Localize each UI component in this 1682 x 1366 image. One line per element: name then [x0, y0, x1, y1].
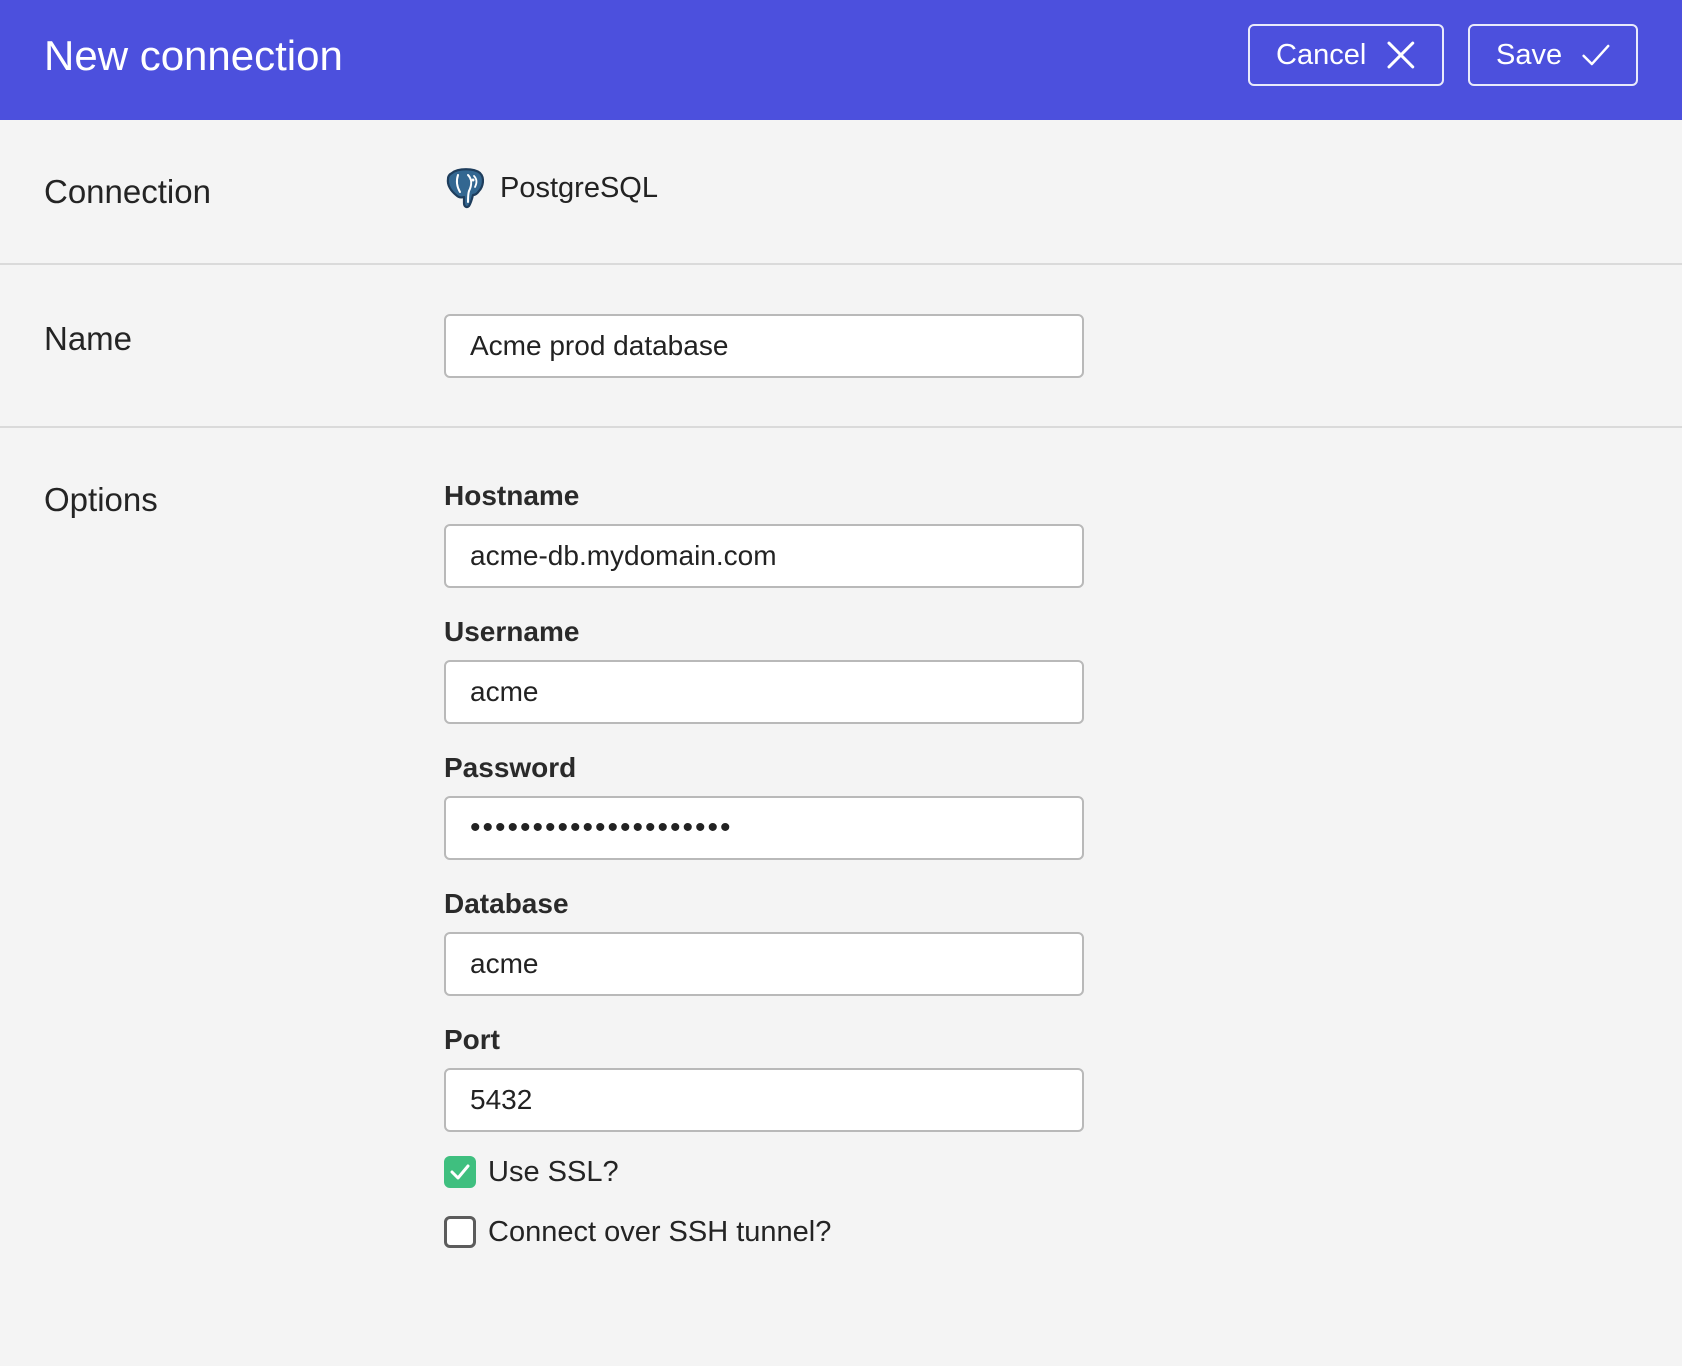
- username-label: Username: [444, 616, 580, 647]
- password-input[interactable]: [444, 796, 1084, 860]
- check-icon: [1582, 44, 1610, 66]
- port-input[interactable]: [444, 1068, 1084, 1132]
- name-section-label: Name: [44, 320, 133, 357]
- username-input[interactable]: [444, 660, 1084, 724]
- password-label: Password: [444, 752, 577, 783]
- ssh-tunnel-checkbox-row[interactable]: Connect over SSH tunnel?: [444, 1214, 831, 1250]
- database-input[interactable]: [444, 932, 1084, 996]
- save-button-label: Save: [1496, 38, 1563, 71]
- top-bar: New connection Cancel Save: [0, 0, 1682, 120]
- options-section-label: Options: [44, 481, 158, 518]
- section-divider: [0, 426, 1682, 428]
- check-icon: [450, 1164, 470, 1180]
- use-ssl-label: Use SSL?: [488, 1155, 619, 1188]
- postgresql-elephant-icon: [446, 168, 485, 209]
- use-ssl-checkbox[interactable]: [444, 1156, 476, 1188]
- cancel-button-label: Cancel: [1276, 38, 1367, 71]
- connection-section-label: Connection: [44, 173, 211, 210]
- save-button[interactable]: Save: [1468, 24, 1638, 86]
- port-label: Port: [444, 1024, 500, 1055]
- page-title: New connection: [44, 32, 343, 79]
- use-ssl-checkbox-row[interactable]: Use SSL?: [444, 1154, 619, 1190]
- database-label: Database: [444, 888, 569, 919]
- hostname-label: Hostname: [444, 480, 580, 511]
- connection-type-label: PostgreSQL: [500, 171, 658, 204]
- ssh-tunnel-checkbox[interactable]: [444, 1216, 476, 1248]
- name-input[interactable]: [444, 314, 1084, 378]
- close-icon: [1387, 41, 1415, 69]
- connection-type: PostgreSQL: [444, 166, 658, 210]
- section-divider: [0, 263, 1682, 265]
- ssh-tunnel-label: Connect over SSH tunnel?: [488, 1215, 832, 1248]
- hostname-input[interactable]: [444, 524, 1084, 588]
- cancel-button[interactable]: Cancel: [1248, 24, 1444, 86]
